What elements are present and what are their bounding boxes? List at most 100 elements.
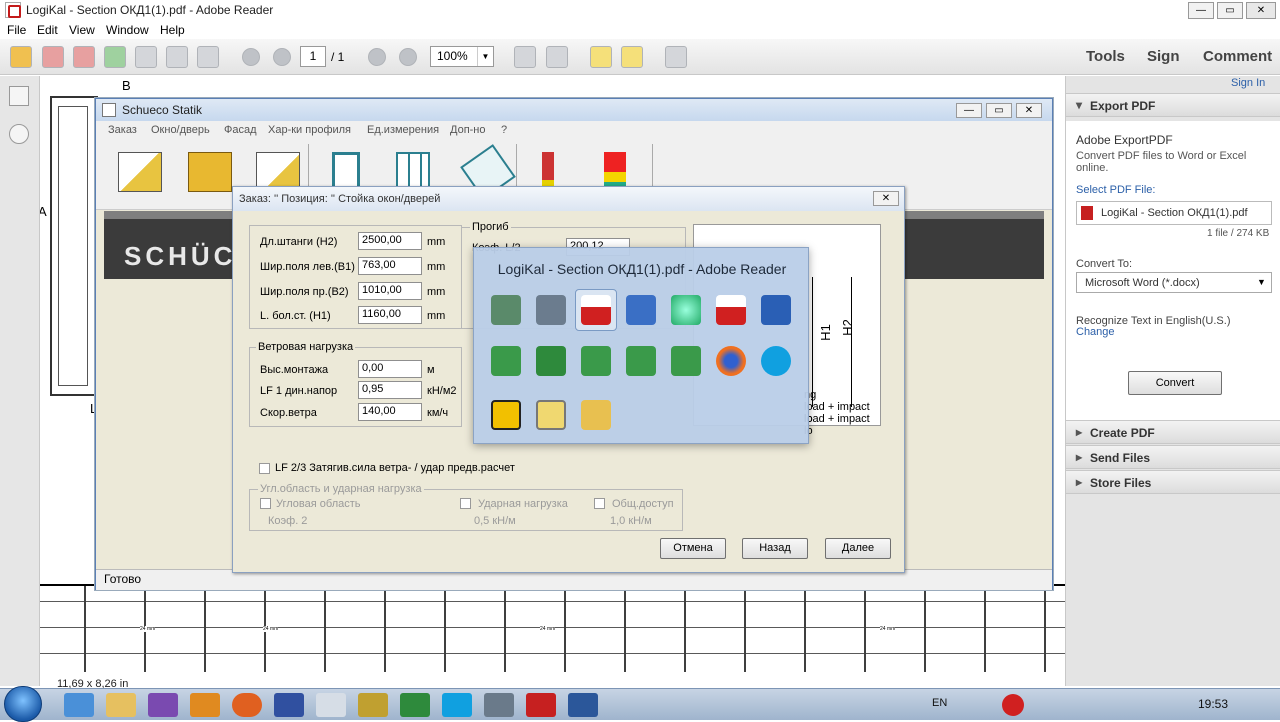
zoom-select[interactable]: 100% ▼ <box>430 46 494 67</box>
firefox-taskbar-icon[interactable] <box>232 693 262 717</box>
start-button[interactable] <box>4 686 42 722</box>
batman-taskbar-icon[interactable] <box>358 693 388 717</box>
menu-help[interactable]: Help <box>160 23 185 37</box>
corner-checkbox[interactable] <box>260 498 271 509</box>
b1-input[interactable]: 763,00 <box>358 257 422 275</box>
pages-icon[interactable] <box>9 86 29 106</box>
schueco-app-icon[interactable] <box>536 400 566 430</box>
comment-tab[interactable]: Comment <box>1203 48 1272 65</box>
folder-icon[interactable] <box>581 400 611 430</box>
pdf-app-icon[interactable] <box>581 295 611 325</box>
lf23-checkbox[interactable] <box>259 463 270 474</box>
schueco-minimize-button[interactable]: — <box>956 103 982 118</box>
maximize-button[interactable]: ▭ <box>1217 2 1243 19</box>
batman-app-icon[interactable] <box>491 400 521 430</box>
selected-file-box[interactable]: LogiKal - Section ОКД1(1).pdf <box>1076 201 1272 225</box>
save-app-icon[interactable] <box>274 693 304 717</box>
tools-tab[interactable]: Tools <box>1086 48 1125 65</box>
create-pdf-section[interactable]: Create PDF <box>1066 420 1280 444</box>
document-icon[interactable] <box>316 693 346 717</box>
zoom-out-icon[interactable] <box>368 48 386 66</box>
next-button[interactable]: Далее <box>825 538 891 559</box>
word-doc-icon[interactable] <box>626 295 656 325</box>
clock[interactable]: 19:53 <box>1198 697 1228 711</box>
excel-doc-icon[interactable] <box>491 346 521 376</box>
excel-doc-icon[interactable] <box>671 346 701 376</box>
skype-taskbar-icon[interactable] <box>442 693 472 717</box>
store-files-section[interactable]: Store Files <box>1066 470 1280 494</box>
menu-help[interactable]: ? <box>501 124 507 136</box>
next-page-icon[interactable] <box>273 48 291 66</box>
close-button[interactable]: ✕ <box>1246 2 1276 19</box>
upload-icon[interactable] <box>104 46 126 68</box>
open-icon[interactable] <box>10 46 32 68</box>
dialog-close-button[interactable]: ✕ <box>873 191 899 206</box>
skype-icon[interactable] <box>761 346 791 376</box>
menu-units[interactable]: Ед.измерения <box>367 124 439 136</box>
sign-in-link[interactable]: Sign In <box>1231 77 1265 89</box>
b2-input[interactable]: 1010,00 <box>358 282 422 300</box>
firefox-icon[interactable] <box>716 346 746 376</box>
format-select[interactable]: Microsoft Word (*.docx) ▼ <box>1076 272 1272 293</box>
sticky-note-icon[interactable] <box>590 46 612 68</box>
app-window-icon[interactable] <box>491 295 521 325</box>
menu-profile[interactable]: Хар-ки профиля <box>268 124 351 136</box>
excel-taskbar-icon[interactable] <box>400 693 430 717</box>
desktop-icon[interactable] <box>761 295 791 325</box>
excel-doc-icon[interactable] <box>581 346 611 376</box>
excel-doc-icon[interactable] <box>626 346 656 376</box>
adobe-reader-taskbar-icon[interactable] <box>526 693 556 717</box>
zoom-in-icon[interactable] <box>399 48 417 66</box>
excel-app-icon[interactable] <box>536 346 566 376</box>
menu-window[interactable]: Window <box>106 23 149 37</box>
ie-icon[interactable] <box>64 693 94 717</box>
sign-tab[interactable]: Sign <box>1147 48 1180 65</box>
printer-app-icon[interactable] <box>536 295 566 325</box>
fit-page-icon[interactable] <box>514 46 536 68</box>
h2-input[interactable]: 2500,00 <box>358 232 422 250</box>
access-checkbox[interactable] <box>594 498 605 509</box>
pdf-document-icon[interactable] <box>716 295 746 325</box>
menu-zakaz[interactable]: Заказ <box>108 124 137 136</box>
h1-input[interactable]: 1160,00 <box>358 306 422 324</box>
menu-facade[interactable]: Фасад <box>224 124 257 136</box>
page-number-input[interactable]: 1 <box>300 46 326 67</box>
save-icon[interactable] <box>135 46 157 68</box>
minimize-button[interactable]: — <box>1188 2 1214 19</box>
explorer-icon[interactable] <box>106 693 136 717</box>
back-button[interactable]: Назад <box>742 538 808 559</box>
cancel-button[interactable]: Отмена <box>660 538 726 559</box>
calculator-icon[interactable] <box>484 693 514 717</box>
lf1-input[interactable]: 0,95 <box>358 381 422 399</box>
schueco-close-button[interactable]: ✕ <box>1016 103 1042 118</box>
export-pdf-section[interactable]: Export PDF <box>1066 93 1280 117</box>
wind-speed-input[interactable]: 140,00 <box>358 403 422 421</box>
print-icon[interactable] <box>166 46 188 68</box>
fullscreen-icon[interactable] <box>665 46 687 68</box>
menu-edit[interactable]: Edit <box>37 23 58 37</box>
fit-width-icon[interactable] <box>546 46 568 68</box>
menu-window-door[interactable]: Окно/дверь <box>151 124 210 136</box>
impact-checkbox[interactable] <box>460 498 471 509</box>
schueco-maximize-button[interactable]: ▭ <box>986 103 1012 118</box>
change-link[interactable]: Change <box>1076 326 1115 338</box>
create-pdf-icon[interactable] <box>42 46 64 68</box>
previous-page-icon[interactable] <box>242 48 260 66</box>
player-icon[interactable] <box>190 693 220 717</box>
send-files-section[interactable]: Send Files <box>1066 445 1280 469</box>
email-icon[interactable] <box>197 46 219 68</box>
internet-icon[interactable] <box>671 295 701 325</box>
menu-view[interactable]: View <box>69 23 95 37</box>
attachment-icon[interactable] <box>9 124 29 144</box>
convert-button[interactable]: Convert <box>1128 371 1222 395</box>
menu-file[interactable]: File <box>7 23 26 37</box>
highlight-icon[interactable] <box>621 46 643 68</box>
media-icon[interactable] <box>148 693 178 717</box>
word-taskbar-icon[interactable] <box>568 693 598 717</box>
new-document-icon[interactable] <box>118 152 162 192</box>
share-icon[interactable] <box>73 46 95 68</box>
open-folder-icon[interactable] <box>188 152 232 192</box>
record-icon[interactable] <box>1002 694 1024 716</box>
height-input[interactable]: 0,00 <box>358 360 422 378</box>
menu-extra[interactable]: Доп-но <box>450 124 486 136</box>
